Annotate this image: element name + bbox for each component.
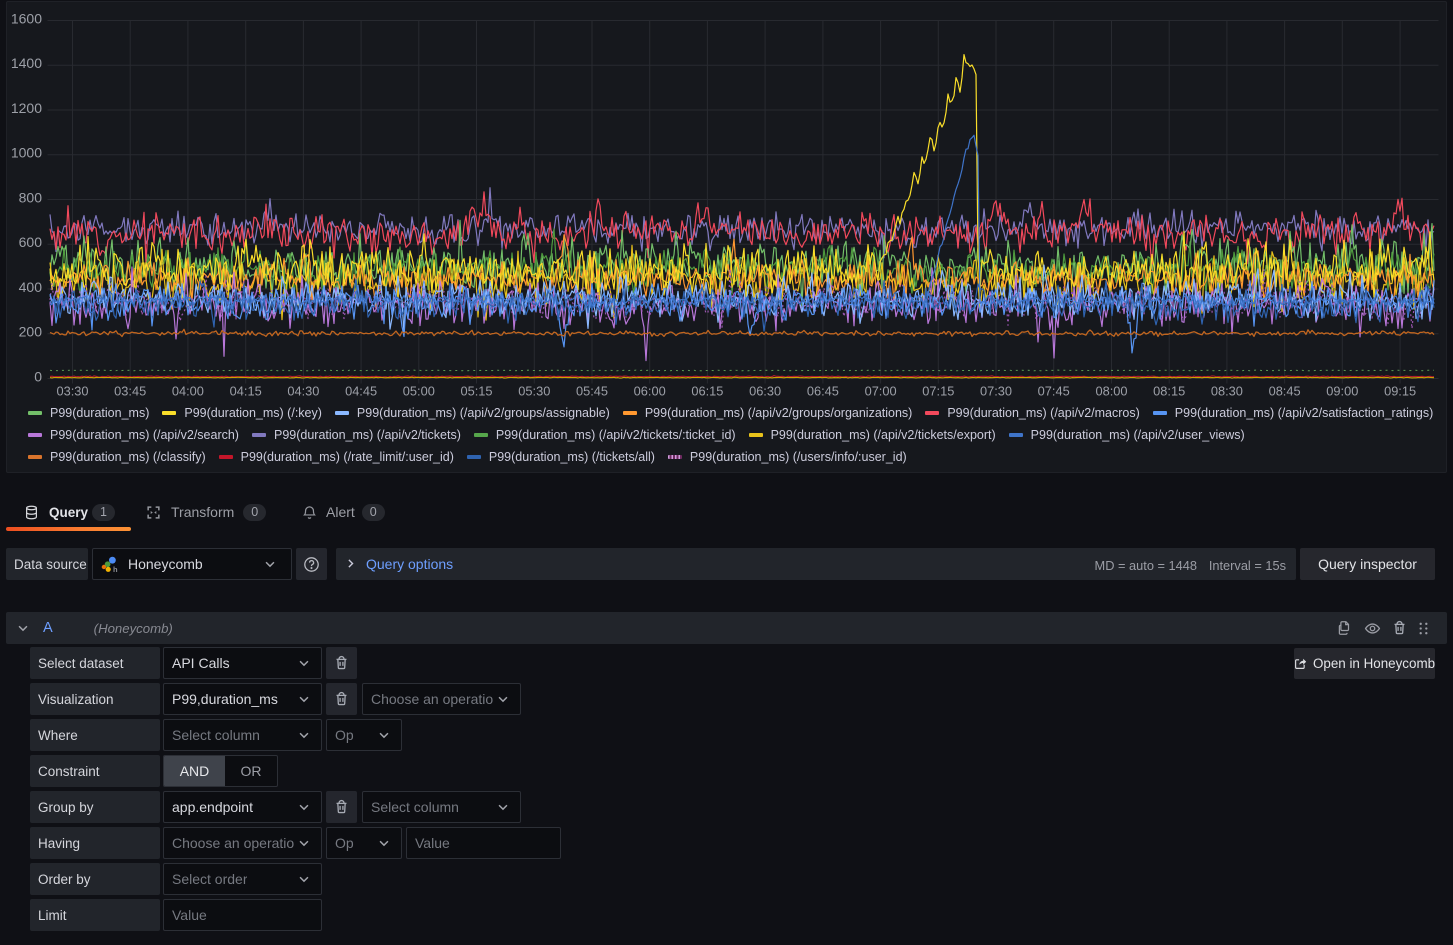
svg-text:08:45: 08:45: [1269, 384, 1301, 399]
svg-text:04:45: 04:45: [345, 384, 377, 399]
svg-text:400: 400: [19, 279, 43, 295]
svg-text:07:45: 07:45: [1038, 384, 1070, 399]
svg-text:200: 200: [19, 324, 43, 340]
svg-text:h: h: [113, 565, 118, 574]
svg-text:03:30: 03:30: [56, 384, 88, 399]
svg-text:05:30: 05:30: [518, 384, 550, 399]
svg-text:08:30: 08:30: [1211, 384, 1243, 399]
svg-text:600: 600: [19, 234, 43, 250]
svg-text:06:45: 06:45: [807, 384, 839, 399]
svg-text:07:00: 07:00: [865, 384, 897, 399]
svg-text:05:00: 05:00: [403, 384, 435, 399]
svg-text:1400: 1400: [11, 55, 42, 71]
svg-text:03:45: 03:45: [114, 384, 146, 399]
svg-text:05:45: 05:45: [576, 384, 608, 399]
svg-text:1200: 1200: [11, 100, 42, 116]
svg-text:06:15: 06:15: [691, 384, 723, 399]
svg-text:1600: 1600: [11, 10, 42, 26]
svg-text:05:15: 05:15: [460, 384, 492, 399]
svg-text:06:30: 06:30: [749, 384, 781, 399]
svg-text:0: 0: [34, 368, 42, 384]
svg-text:800: 800: [19, 189, 43, 205]
svg-text:07:30: 07:30: [980, 384, 1012, 399]
svg-text:07:15: 07:15: [922, 384, 954, 399]
svg-text:09:00: 09:00: [1326, 384, 1358, 399]
svg-text:06:00: 06:00: [634, 384, 666, 399]
svg-text:04:00: 04:00: [172, 384, 204, 399]
svg-text:04:15: 04:15: [230, 384, 262, 399]
svg-text:04:30: 04:30: [287, 384, 319, 399]
svg-text:08:15: 08:15: [1153, 384, 1185, 399]
svg-text:09:15: 09:15: [1384, 384, 1416, 399]
svg-text:1000: 1000: [11, 145, 42, 161]
svg-text:08:00: 08:00: [1095, 384, 1127, 399]
